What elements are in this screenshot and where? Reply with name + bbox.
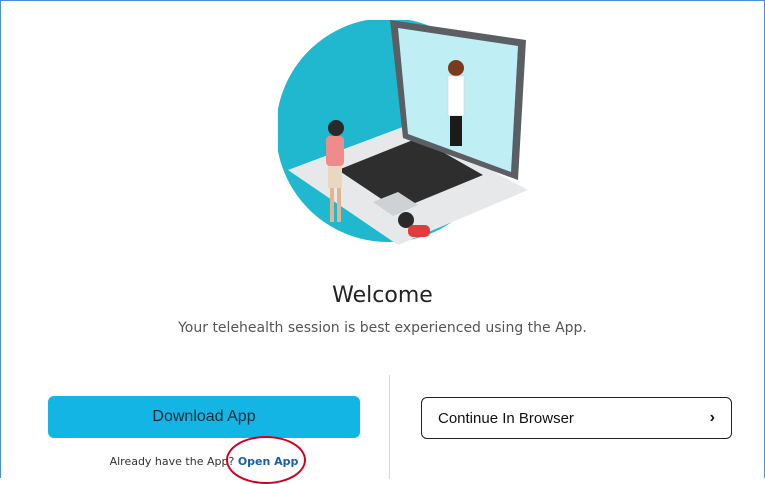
parent-leg-left: [330, 188, 334, 222]
child-body: [408, 225, 430, 237]
parent-shirt: [326, 136, 344, 166]
continue-in-browser-label: Continue In Browser: [438, 409, 574, 427]
already-have-app-text: Already have the App? Open App: [48, 455, 360, 468]
telehealth-illustration: [278, 20, 528, 245]
download-app-button[interactable]: Download App: [48, 396, 360, 438]
welcome-title: Welcome: [332, 283, 433, 308]
continue-in-browser-button[interactable]: Continue In Browser ›: [421, 397, 732, 439]
parent-leg-right: [337, 188, 341, 222]
doctor-head: [448, 60, 464, 76]
already-have-app-prefix: Already have the App?: [109, 455, 235, 468]
vertical-divider: [389, 375, 390, 479]
open-app-highlight-circle: [226, 436, 306, 484]
parent-head: [328, 120, 344, 136]
parent-shorts: [328, 166, 342, 188]
chevron-right-icon: ›: [709, 409, 715, 426]
doctor-legs: [450, 116, 462, 146]
doctor-coat: [447, 75, 465, 117]
welcome-subtitle: Your telehealth session is best experien…: [178, 320, 587, 336]
